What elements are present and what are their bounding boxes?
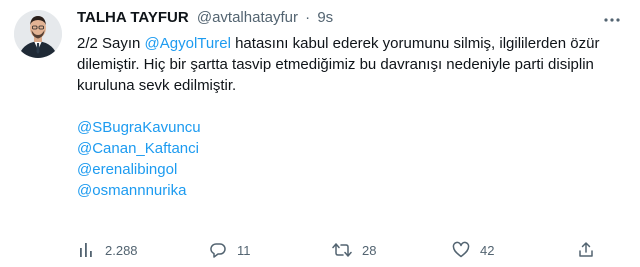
tweet: TALHA TAYFUR @avtalhatayfur · 9s 2/2 Say… <box>0 0 640 258</box>
analytics-icon <box>77 241 105 259</box>
author-name[interactable]: TALHA TAYFUR <box>77 9 189 26</box>
mention-link[interactable]: @erenalibingol <box>77 159 622 180</box>
reply-icon <box>209 241 237 259</box>
mention-link[interactable]: @osmannnurika <box>77 180 622 201</box>
action-bar: 2.288 11 28 42 <box>77 241 597 267</box>
mention-link[interactable]: @Canan_Kaftanci <box>77 138 622 159</box>
mention-link[interactable]: @SBugraKavuncu <box>77 117 622 138</box>
like-count: 42 <box>480 242 495 258</box>
retweet-count: 28 <box>362 242 377 258</box>
retweet-button[interactable]: 28 <box>332 240 376 260</box>
more-icon[interactable] <box>602 10 622 30</box>
tweet-body: 2/2 Sayın @AgyolTurel hatasını kabul ede… <box>77 33 622 201</box>
like-button[interactable]: 42 <box>452 240 494 260</box>
tweet-text: 2/2 Sayın @AgyolTurel hatasını kabul ede… <box>77 33 622 96</box>
share-icon <box>577 241 605 259</box>
separator: · <box>305 9 311 26</box>
tweet-header: TALHA TAYFUR @avtalhatayfur · 9s <box>77 8 600 28</box>
avatar[interactable] <box>14 10 62 58</box>
reply-button[interactable]: 11 <box>209 240 251 260</box>
mention-link-inline[interactable]: @AgyolTurel <box>145 35 231 52</box>
tweet-text-prefix: 2/2 Sayın <box>77 35 145 52</box>
like-icon <box>452 241 480 259</box>
reply-count: 11 <box>237 242 251 258</box>
mention-list: @SBugraKavuncu @Canan_Kaftanci @erenalib… <box>77 117 622 201</box>
views-count: 2.288 <box>105 242 138 258</box>
tweet-time[interactable]: 9s <box>317 9 333 26</box>
share-button[interactable] <box>577 240 605 260</box>
retweet-icon <box>332 241 362 259</box>
views-button[interactable]: 2.288 <box>77 240 138 260</box>
author-handle[interactable]: @avtalhatayfur <box>197 9 298 26</box>
